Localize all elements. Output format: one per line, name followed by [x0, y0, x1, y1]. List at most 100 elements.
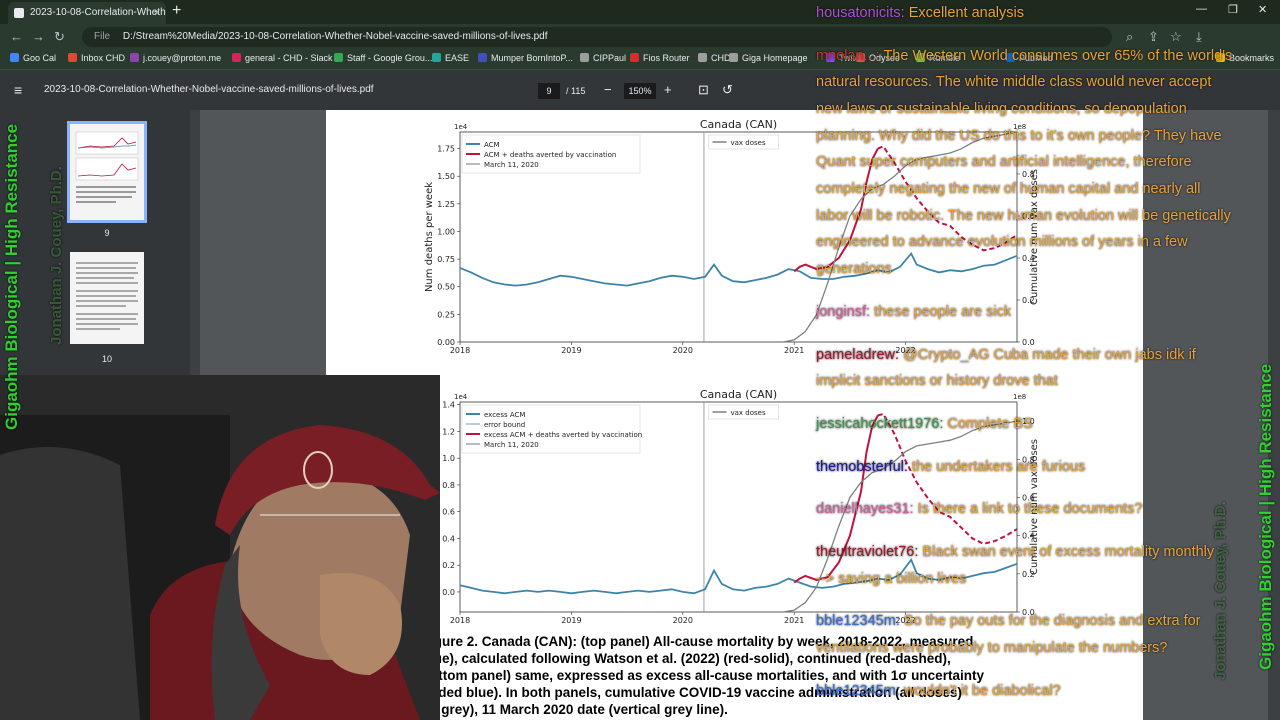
- chat-message: generations: [816, 260, 892, 278]
- x-tick-label: 2021: [784, 346, 804, 355]
- y-tick-label: 1.50: [437, 172, 455, 181]
- chat-text: So the pay outs for the diagnosis and ex…: [903, 613, 1201, 629]
- y-tick-label: 1.4: [442, 401, 455, 410]
- chat-message: pameladrew: @Crypto_AG Cuba made their o…: [816, 346, 1196, 364]
- y-axis-label: Num deaths per week: [424, 182, 435, 292]
- chat-message: completely negating the new of human cap…: [816, 180, 1201, 198]
- share-icon[interactable]: ⇪: [1148, 29, 1159, 45]
- page-number-input[interactable]: 9: [538, 83, 560, 99]
- watermark-left: Gigaohm Biological | High Resistance: [2, 123, 21, 430]
- minimize-button[interactable]: —: [1196, 3, 1207, 15]
- bookmark-label: Staff - Google Grou...: [347, 53, 433, 63]
- chat-username: mnolan...:: [816, 48, 880, 64]
- tab-close-button[interactable]: ×: [154, 2, 160, 24]
- zoom-input[interactable]: 150%: [624, 83, 656, 99]
- chat-text: @Crypto_AG Cuba made their own jabs idk …: [903, 347, 1196, 363]
- zoom-icon[interactable]: ⌕: [1126, 29, 1133, 45]
- page-total: / 115: [566, 86, 586, 96]
- bookmark-item[interactable]: EASE: [432, 53, 469, 63]
- bookmark-label: Giga Homepage: [742, 53, 808, 63]
- legend2-label: vax doses: [731, 409, 766, 417]
- bookmark-favicon-icon: [698, 53, 707, 62]
- star-icon[interactable]: ☆: [1170, 29, 1182, 45]
- chat-message: bble12345m: wouldn't it be diabolical?: [816, 682, 1061, 700]
- chat-text: Is there a link to these documents?: [917, 501, 1143, 517]
- zoom-out-icon[interactable]: −: [604, 82, 612, 97]
- chat-username: jessicahockett1976:: [816, 416, 944, 432]
- bookmark-item[interactable]: Fios Router: [630, 53, 690, 63]
- bookmark-label: CHD: [711, 53, 731, 63]
- zoom-in-icon[interactable]: +: [664, 82, 672, 97]
- chat-text: ventilations were probably to manipulate…: [816, 640, 1168, 656]
- new-tab-button[interactable]: +: [172, 2, 181, 20]
- thumbnail-page-9[interactable]: [67, 121, 147, 223]
- bookmark-item[interactable]: Goo Cal: [10, 53, 56, 63]
- fit-page-icon[interactable]: ⊡: [698, 82, 709, 98]
- series-line: [459, 251, 1018, 287]
- address-bar[interactable]: File D:/Stream%20Media/2023-10-08-Correl…: [82, 27, 1112, 47]
- bookmark-item[interactable]: Staff - Google Grou...: [334, 53, 432, 63]
- bookmark-label: Mumper BornIntoP...: [491, 53, 573, 63]
- bookmark-item[interactable]: CHD: [698, 53, 731, 63]
- y-tick-label: 0.25: [437, 310, 455, 319]
- thumbnail-graphic: [75, 131, 139, 203]
- chart-title: Canada (CAN): [700, 388, 777, 401]
- bookmark-item[interactable]: CIPPaul: [580, 53, 626, 63]
- chat-message: themobsterful: the undertakers are furio…: [816, 458, 1085, 476]
- chat-username: jonginsf:: [816, 304, 871, 320]
- chat-text: the undertakers are furious: [911, 459, 1086, 475]
- chat-text: Quant super computers and artificial int…: [816, 154, 1192, 170]
- bookmark-favicon-icon: [478, 53, 487, 62]
- bookmark-item[interactable]: Mumper BornIntoP...: [478, 53, 573, 63]
- thumbnail-graphic: [76, 262, 138, 330]
- chat-message: housatonicits: Excellent analysis: [816, 4, 1024, 22]
- chat-text: --> saving a billion lives: [816, 571, 967, 587]
- y-tick-label: 0.2: [442, 561, 455, 570]
- y2-multiplier: 1e8: [1013, 393, 1026, 401]
- maximize-button[interactable]: ❐: [1228, 3, 1238, 16]
- y-tick-label: 0.0: [442, 588, 455, 597]
- x-tick-label: 2018: [450, 616, 470, 625]
- legend2-label: vax doses: [731, 139, 766, 147]
- browser-tab[interactable]: 2023-10-08-Correlation-Whethe ×: [8, 2, 166, 24]
- forward-icon[interactable]: →: [32, 29, 45, 44]
- url-text: D:/Stream%20Media/2023-10-08-Correlation…: [122, 31, 548, 42]
- legend-label: March 11, 2020: [484, 441, 539, 449]
- chat-text: Black swan event of excess mortality mon…: [922, 544, 1215, 560]
- legend-label: ACM + deaths averted by vaccination: [484, 151, 616, 159]
- chat-message: planning. Why did the US do this to it's…: [816, 127, 1222, 145]
- bookmark-item[interactable]: j.couey@proton.me: [130, 53, 221, 63]
- chat-message: natural resources. The white middle clas…: [816, 73, 1211, 91]
- y-tick-label: 0.00: [437, 338, 455, 347]
- y-tick-label: 0.4: [442, 534, 455, 543]
- thumbnail-page-10[interactable]: [70, 252, 144, 344]
- chat-text: new laws or sustainable living condition…: [816, 101, 1187, 117]
- chat-text: generations: [816, 261, 892, 277]
- close-window-button[interactable]: ✕: [1258, 3, 1267, 16]
- bookmark-label: Bookmarks: [1229, 53, 1275, 63]
- tab-title: 2023-10-08-Correlation-Whethe: [30, 7, 166, 18]
- bookmark-item[interactable]: general - CHD - Slack: [232, 53, 333, 63]
- bookmark-label: EASE: [445, 53, 470, 63]
- y-multiplier: 1e4: [454, 123, 468, 131]
- chat-username: bble12345m:: [816, 613, 900, 629]
- chat-username: theultraviolet76:: [816, 544, 919, 560]
- bookmark-favicon-icon: [729, 53, 738, 62]
- rotate-icon[interactable]: ↺: [722, 82, 733, 98]
- x-tick-label: 2019: [561, 346, 581, 355]
- chat-message: implicit sanctions or history drove that: [816, 372, 1058, 390]
- bookmark-favicon-icon: [232, 53, 241, 62]
- chat-message: Quant super computers and artificial int…: [816, 153, 1192, 171]
- back-icon[interactable]: ←: [10, 29, 23, 44]
- chat-message: labor will be robotic. The new human evo…: [816, 207, 1231, 225]
- download-icon[interactable]: ⤓: [1196, 29, 1202, 45]
- bookmark-item[interactable]: Inbox CHD: [68, 53, 125, 63]
- pdf-favicon-icon: [14, 8, 24, 18]
- reload-icon[interactable]: ↻: [54, 29, 65, 45]
- bookmark-item[interactable]: Giga Homepage: [729, 53, 808, 63]
- chat-message: --> saving a billion lives: [816, 570, 966, 588]
- menu-icon[interactable]: ≡: [14, 82, 22, 98]
- bookmark-favicon-icon: [130, 53, 139, 62]
- bookmark-label: Goo Cal: [23, 53, 57, 63]
- legend-label: March 11, 2020: [484, 161, 539, 169]
